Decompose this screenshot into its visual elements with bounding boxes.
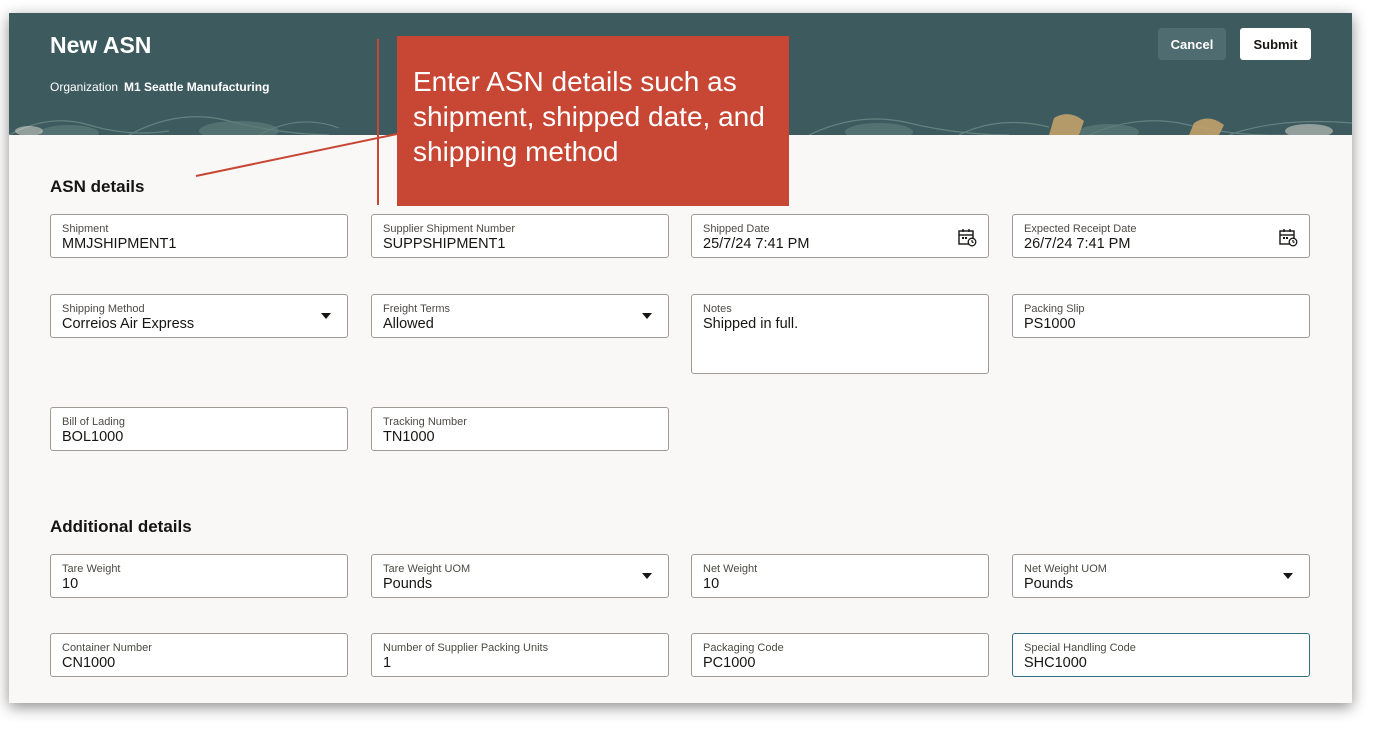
tare-weight-uom-label: Tare Weight UOM <box>383 563 471 575</box>
supplier-packing-units-field[interactable]: Number of Supplier Packing Units 1 <box>371 633 669 677</box>
net-weight-uom-select[interactable]: Net Weight UOM Pounds <box>1012 554 1310 598</box>
shipped-date-label: Shipped Date <box>703 223 770 235</box>
net-weight-label: Net Weight <box>703 563 758 575</box>
supplier-shipment-number-value[interactable]: SUPPSHIPMENT1 <box>383 236 505 252</box>
special-handling-code-field[interactable]: Special Handling Code SHC1000 <box>1012 633 1310 677</box>
tracking-number-label: Tracking Number <box>383 416 467 428</box>
chevron-down-icon[interactable] <box>642 313 652 319</box>
shipped-date-field[interactable]: Shipped Date 25/7/24 7:41 PM <box>691 214 989 258</box>
organization-value: M1 Seattle Manufacturing <box>124 80 270 94</box>
bill-of-lading-value[interactable]: BOL1000 <box>62 429 123 445</box>
packaging-code-label: Packaging Code <box>703 642 784 654</box>
supplier-shipment-number-label: Supplier Shipment Number <box>383 223 516 235</box>
freight-terms-label: Freight Terms <box>383 303 451 315</box>
tare-weight-field[interactable]: Tare Weight 10 <box>50 554 348 598</box>
shipping-method-value[interactable]: Correios Air Express <box>62 316 194 332</box>
shipment-value[interactable]: MMJSHIPMENT1 <box>62 236 176 252</box>
asn-details-heading: ASN details <box>50 177 145 196</box>
additional-details-heading: Additional details <box>50 517 192 536</box>
notes-textarea[interactable]: Notes Shipped in full. <box>691 294 989 374</box>
special-handling-code-label: Special Handling Code <box>1024 642 1136 654</box>
callout-text: Enter ASN details such as shipment, ship… <box>413 66 765 167</box>
tutorial-callout: Enter ASN details such as shipment, ship… <box>397 36 789 206</box>
chevron-down-icon[interactable] <box>642 573 652 579</box>
shipped-date-value[interactable]: 25/7/24 7:41 PM <box>703 236 809 252</box>
freight-terms-select[interactable]: Freight Terms Allowed <box>371 294 669 338</box>
tare-weight-label: Tare Weight <box>62 563 121 575</box>
packing-slip-label: Packing Slip <box>1024 303 1085 315</box>
net-weight-field[interactable]: Net Weight 10 <box>691 554 989 598</box>
chevron-down-icon[interactable] <box>1283 573 1293 579</box>
shipment-field[interactable]: Shipment MMJSHIPMENT1 <box>50 214 348 258</box>
notes-value[interactable]: Shipped in full. <box>703 316 798 332</box>
tare-weight-uom-select[interactable]: Tare Weight UOM Pounds <box>371 554 669 598</box>
organization-info: Organization M1 Seattle Manufacturing <box>50 80 269 94</box>
calendar-icon[interactable] <box>957 227 977 247</box>
tracking-number-value[interactable]: TN1000 <box>383 429 435 445</box>
bill-of-lading-field[interactable]: Bill of Lading BOL1000 <box>50 407 348 451</box>
container-number-label: Container Number <box>62 642 152 654</box>
page-title: New ASN <box>50 32 152 58</box>
expected-receipt-date-field[interactable]: Expected Receipt Date 26/7/24 7:41 PM <box>1012 214 1310 258</box>
supplier-packing-units-value[interactable]: 1 <box>383 655 391 671</box>
net-weight-uom-value[interactable]: Pounds <box>1024 576 1073 592</box>
shipping-method-label: Shipping Method <box>62 303 145 315</box>
cancel-button[interactable]: Cancel <box>1158 28 1226 60</box>
container-number-field[interactable]: Container Number CN1000 <box>50 633 348 677</box>
shipping-method-select[interactable]: Shipping Method Correios Air Express <box>50 294 348 338</box>
tare-weight-uom-value[interactable]: Pounds <box>383 576 432 592</box>
expected-receipt-date-label: Expected Receipt Date <box>1024 223 1137 235</box>
chevron-down-icon[interactable] <box>321 313 331 319</box>
submit-button[interactable]: Submit <box>1240 28 1311 60</box>
net-weight-value[interactable]: 10 <box>703 576 719 592</box>
net-weight-uom-label: Net Weight UOM <box>1024 563 1107 575</box>
packaging-code-value[interactable]: PC1000 <box>703 655 755 671</box>
expected-receipt-date-value[interactable]: 26/7/24 7:41 PM <box>1024 236 1130 252</box>
container-number-value[interactable]: CN1000 <box>62 655 115 671</box>
packaging-code-field[interactable]: Packaging Code PC1000 <box>691 633 989 677</box>
freight-terms-value[interactable]: Allowed <box>383 316 434 332</box>
calendar-icon[interactable] <box>1278 227 1298 247</box>
tare-weight-value[interactable]: 10 <box>62 576 78 592</box>
shipment-label: Shipment <box>62 223 109 235</box>
notes-label: Notes <box>703 303 732 315</box>
bill-of-lading-label: Bill of Lading <box>62 416 125 428</box>
supplier-packing-units-label: Number of Supplier Packing Units <box>383 642 549 654</box>
packing-slip-field[interactable]: Packing Slip PS1000 <box>1012 294 1310 338</box>
special-handling-code-value[interactable]: SHC1000 <box>1024 655 1087 671</box>
organization-label: Organization <box>50 80 119 94</box>
packing-slip-value[interactable]: PS1000 <box>1024 316 1076 332</box>
supplier-shipment-number-field[interactable]: Supplier Shipment Number SUPPSHIPMENT1 <box>371 214 669 258</box>
tracking-number-field[interactable]: Tracking Number TN1000 <box>371 407 669 451</box>
